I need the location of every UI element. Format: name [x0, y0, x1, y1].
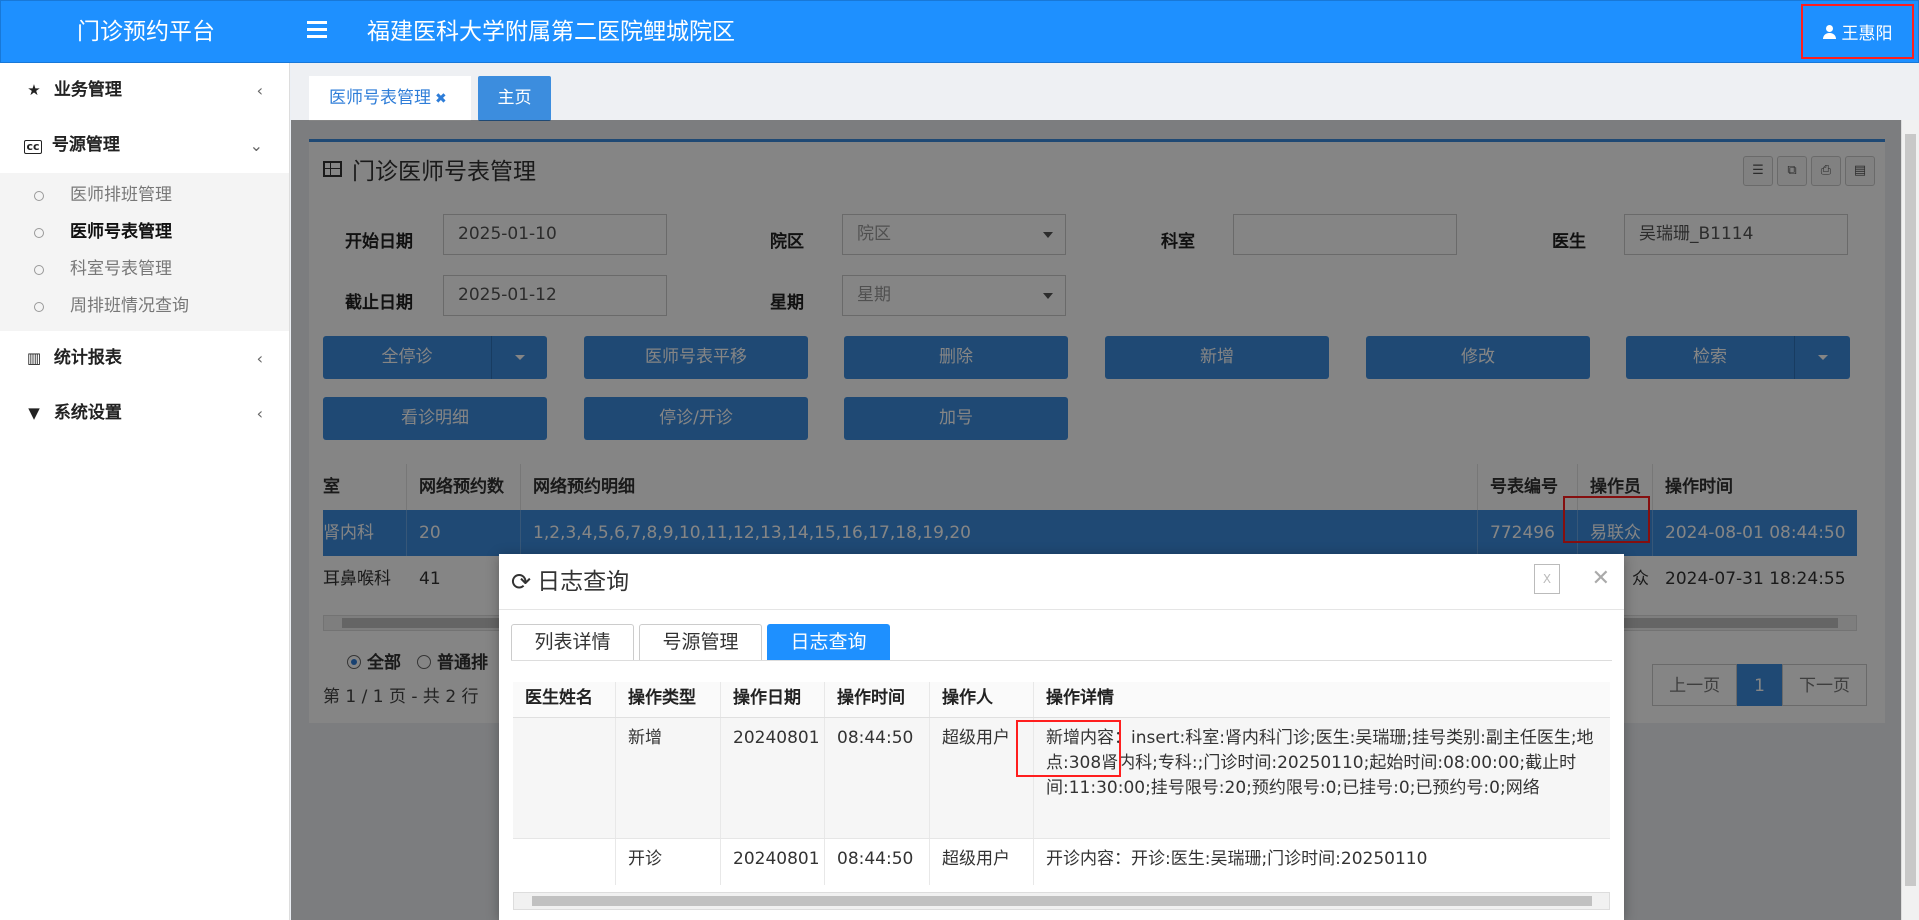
chevron-left-icon: ‹ [256, 404, 263, 423]
star-icon: ★ [27, 81, 41, 99]
sidebar-section-label: 系统设置 [53, 403, 122, 423]
cc-icon: cc [24, 140, 42, 154]
sidebar-section-settings[interactable]: ▼ 系统设置 ‹ [0, 386, 289, 441]
table-cell: 开诊内容：开诊:医生:吴瑞珊;门诊时间:20250110 [1046, 849, 1428, 869]
table-cell: 开诊 [616, 839, 721, 885]
sidebar-item-dept-table[interactable]: 科室号表管理 [0, 251, 289, 288]
sidebar-section-business[interactable]: ★ 业务管理 ‹ [0, 63, 289, 118]
sidebar-section-label: 统计报表 [53, 348, 122, 368]
scrollbar-thumb[interactable] [532, 896, 1592, 906]
page-vertical-scrollbar[interactable] [1901, 120, 1919, 920]
menu-toggle-icon[interactable] [307, 21, 327, 41]
chevron-left-icon: ‹ [256, 81, 263, 100]
col-header: 操作详情 [1046, 688, 1114, 708]
sidebar-section-reports[interactable]: ▥ 统计报表 ‹ [0, 331, 289, 386]
close-icon[interactable]: ✕ [1592, 566, 1610, 591]
log-table-header: 医生姓名 操作类型 操作日期 操作时间 操作人 操作详情 [513, 682, 1610, 718]
page-tab-strip: 医师号表管理 ✖ 主页 [291, 63, 1919, 121]
sidebar-section-label: 业务管理 [53, 80, 122, 100]
filter-icon: ▼ [28, 404, 40, 422]
close-icon[interactable]: ✖ [435, 91, 447, 107]
sidebar-section-source[interactable]: cc 号源管理 ⌄ [0, 118, 289, 173]
highlight-operator-user [1016, 720, 1121, 777]
col-header: 操作日期 [721, 682, 825, 717]
table-row[interactable]: 开诊 20240801 08:44:50 超级用户 开诊内容：开诊:医生:吴瑞珊… [513, 839, 1610, 885]
table-cell [513, 718, 616, 838]
dialog-title-text: 日志查询 [537, 569, 630, 595]
tab-list-detail[interactable]: 列表详情 [511, 624, 634, 660]
bar-chart-icon: ▥ [26, 349, 42, 367]
scrollbar-thumb[interactable] [1905, 134, 1916, 886]
table-cell [513, 839, 616, 885]
col-header: 操作类型 [616, 682, 721, 717]
dialog-title: ⟳ 日志查询 [511, 554, 629, 610]
col-header: 医生姓名 [513, 682, 616, 717]
user-icon [1822, 24, 1836, 39]
tab-source-manage[interactable]: 号源管理 [639, 624, 762, 660]
col-header: 操作时间 [825, 682, 930, 717]
chevron-left-icon: ‹ [256, 349, 263, 368]
sidebar-item-doctor-table[interactable]: 医师号表管理 [0, 214, 289, 251]
app-brand[interactable]: 门诊预约平台 [1, 1, 291, 64]
chevron-down-icon: ⌄ [249, 136, 263, 155]
table-cell: 超级用户 [930, 839, 1034, 885]
tab-log-query[interactable]: 日志查询 [767, 624, 890, 660]
dialog-header: ⟳ 日志查询 X ✕ [499, 554, 1624, 610]
col-header: 操作人 [930, 682, 1034, 717]
tab-home[interactable]: 主页 [478, 76, 551, 121]
user-name: 王惠阳 [1841, 24, 1893, 44]
table-cell: 20240801 [721, 718, 825, 838]
excel-export-icon[interactable]: X [1534, 564, 1560, 594]
sidebar: ★ 业务管理 ‹ cc 号源管理 ⌄ 医师排班管理 医师号表管理 科室号表管理 … [0, 63, 290, 920]
sidebar-section-label: 号源管理 [51, 135, 120, 155]
table-cell: 08:44:50 [825, 718, 930, 838]
tab-doctor-table[interactable]: 医师号表管理 ✖ [309, 76, 471, 121]
sidebar-item-week-query[interactable]: 周排班情况查询 [0, 288, 289, 325]
sidebar-item-doctor-schedule[interactable]: 医师排班管理 [0, 177, 289, 214]
top-bar: 门诊预约平台 福建医科大学附属第二医院鲤城院区 王惠阳 [0, 0, 1919, 63]
refresh-icon[interactable]: ⟳ [511, 554, 531, 610]
tab-label: 医师号表管理 [329, 88, 431, 108]
log-query-dialog: ⟳ 日志查询 X ✕ 列表详情 号源管理 日志查询 医生姓名 操作类型 操作日期… [499, 554, 1624, 920]
tab-divider [511, 660, 1612, 661]
hospital-name: 福建医科大学附属第二医院鲤城院区 [367, 19, 735, 45]
dialog-horizontal-scrollbar[interactable] [513, 892, 1610, 910]
user-menu[interactable]: 王惠阳 [1801, 4, 1914, 59]
table-cell: 08:44:50 [825, 839, 930, 885]
sidebar-submenu: 医师排班管理 医师号表管理 科室号表管理 周排班情况查询 [0, 173, 289, 331]
table-cell: 新增 [616, 718, 721, 838]
table-cell: 20240801 [721, 839, 825, 885]
